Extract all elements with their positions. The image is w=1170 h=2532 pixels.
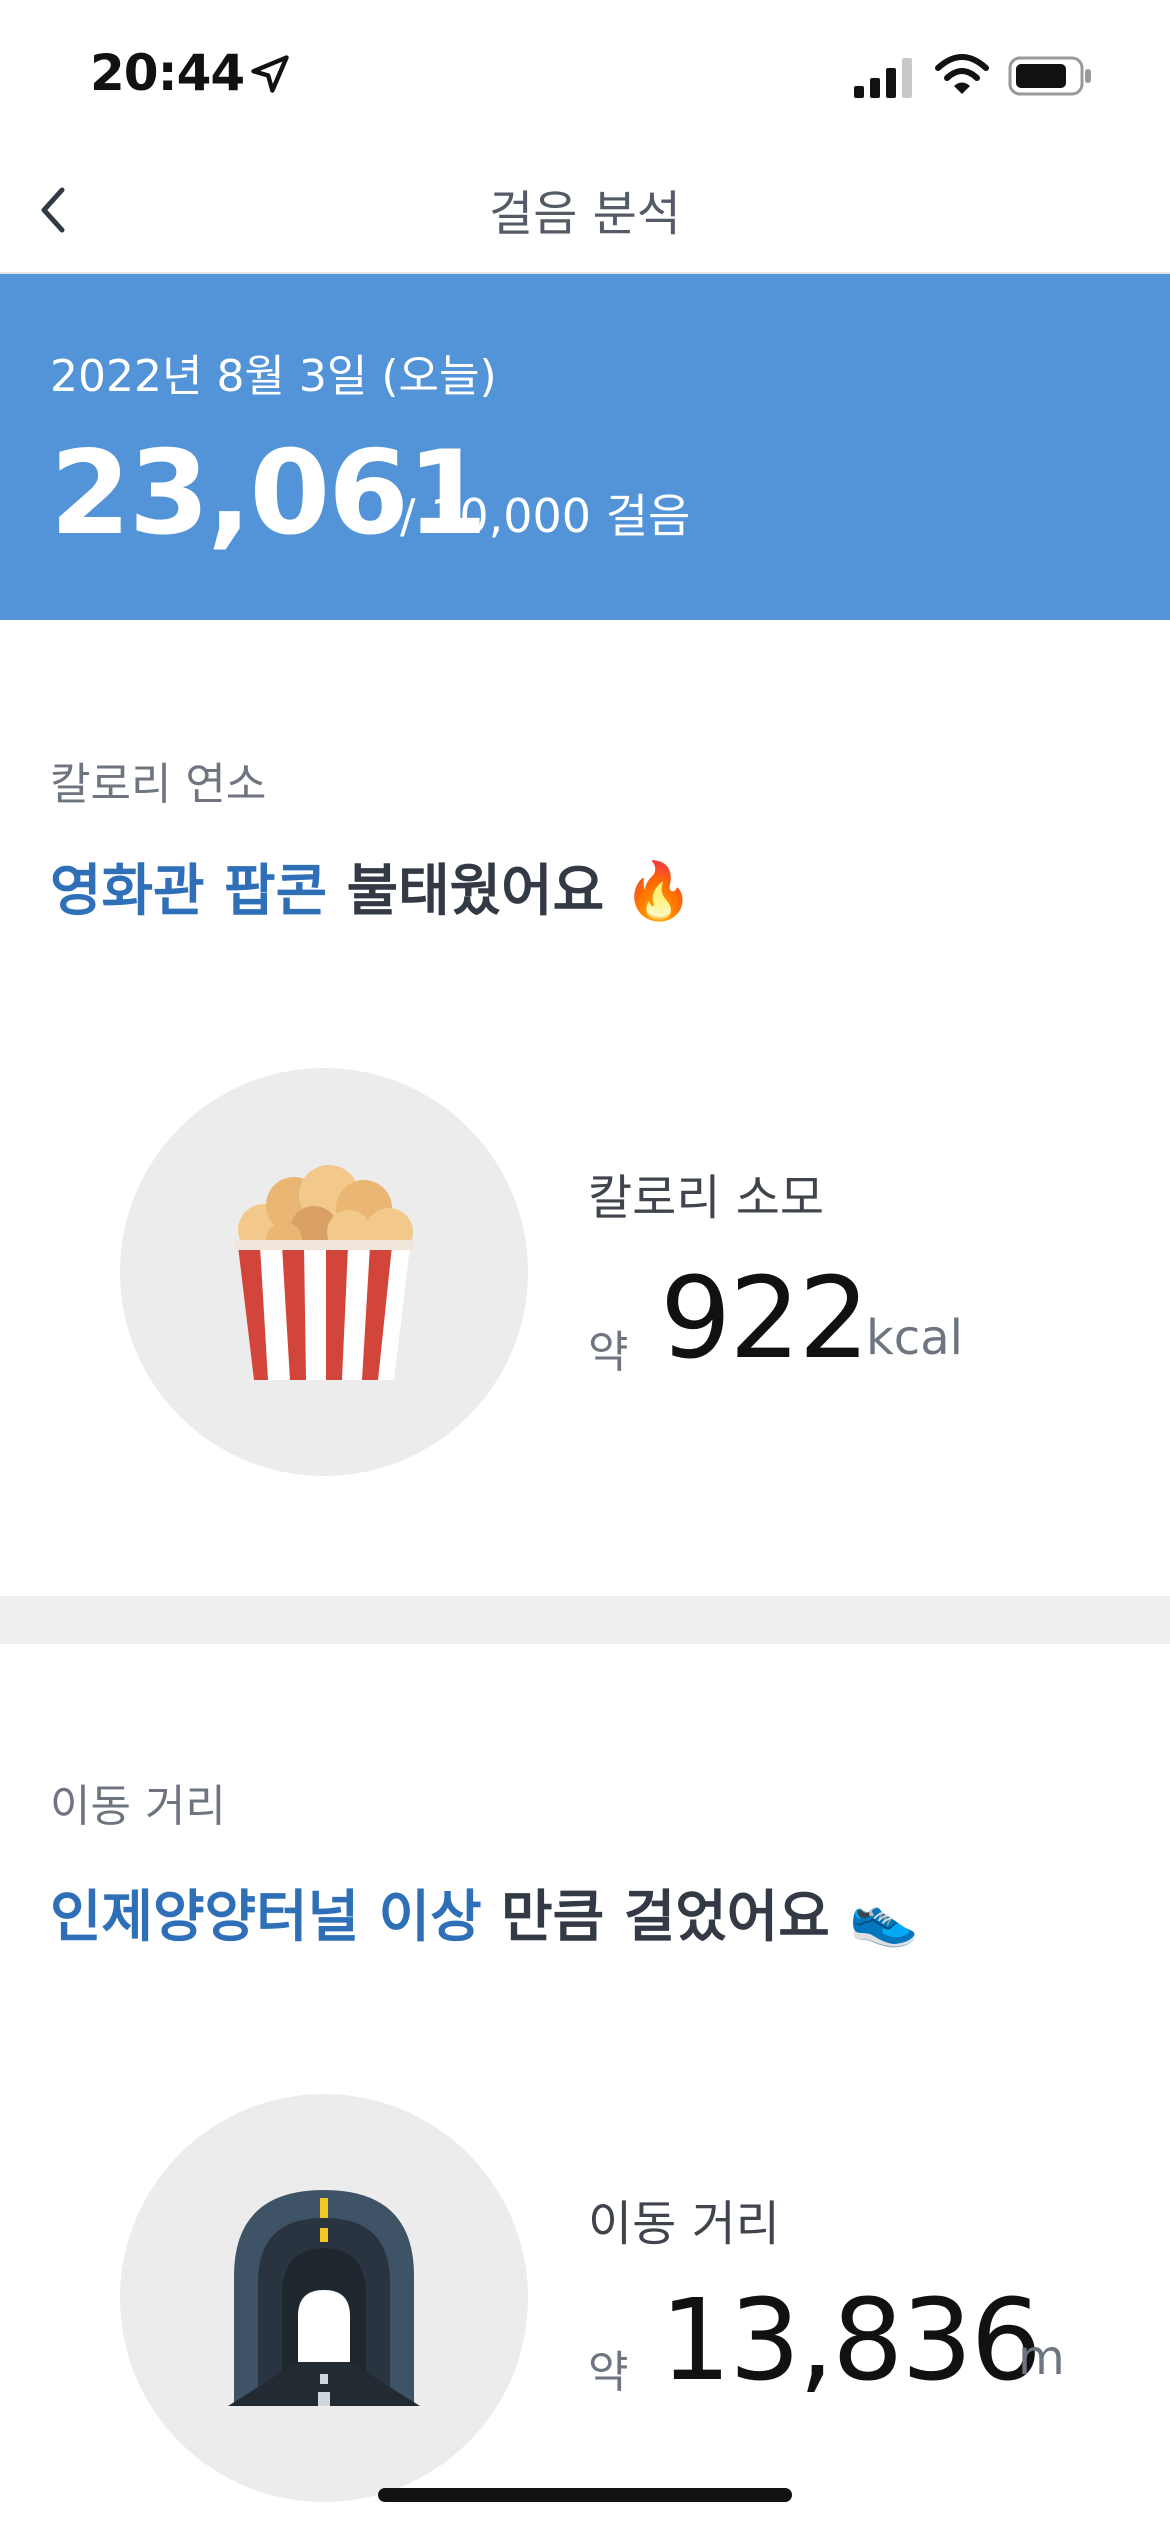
distance-metric-label: 이동 거리	[588, 2196, 780, 2252]
distance-unit: m	[1018, 2330, 1065, 2386]
location-arrow-icon	[251, 55, 289, 93]
calories-approx-label: 약	[588, 1327, 629, 1378]
home-indicator[interactable]	[378, 2488, 792, 2502]
calories-metric-label: 칼로리 소모	[588, 1170, 825, 1226]
summary-steps-goal: / 10,000 걸음	[400, 489, 691, 543]
fire-icon: 🔥	[623, 859, 694, 924]
calories-unit: kcal	[866, 1310, 963, 1366]
tunnel-icon	[228, 2190, 420, 2406]
battery-icon	[1008, 56, 1091, 96]
distance-headline-text: 만큼 걸었어요	[481, 1885, 830, 1950]
calories-section-label: 칼로리 연소	[50, 759, 267, 810]
distance-section-label: 이동 거리	[50, 1781, 226, 1832]
page-title: 걸음 분석	[489, 186, 681, 242]
distance-headline-highlight: 인제양양터널 이상	[50, 1885, 482, 1950]
distance-approx-label: 약	[588, 2347, 629, 2398]
signal-icon	[854, 58, 912, 98]
calories-headline-highlight: 영화관 팝콘	[50, 859, 328, 924]
wifi-icon	[935, 54, 989, 94]
summary-date: 2022년 8월 3일 (오늘)	[50, 351, 497, 402]
calories-headline: 영화관 팝콘 불태웠어요 🔥	[50, 846, 693, 927]
popcorn-icon	[234, 1165, 414, 1380]
distance-headline: 인제양양터널 이상 만큼 걸었어요 👟	[50, 1872, 919, 1953]
calories-value: 922	[660, 1254, 870, 1384]
nav-bar: 걸음 분석	[0, 150, 1170, 274]
sneaker-icon: 👟	[849, 1885, 920, 1950]
calories-headline-text: 불태웠어요	[327, 859, 605, 924]
status-time: 20:44	[90, 44, 245, 102]
status-bar: 20:44	[0, 0, 1170, 150]
distance-value: 13,836	[660, 2276, 1042, 2406]
section-divider	[0, 1596, 1170, 1644]
steps-summary-banner: 2022년 8월 3일 (오늘) 23,061 / 10,000 걸음	[0, 274, 1170, 620]
